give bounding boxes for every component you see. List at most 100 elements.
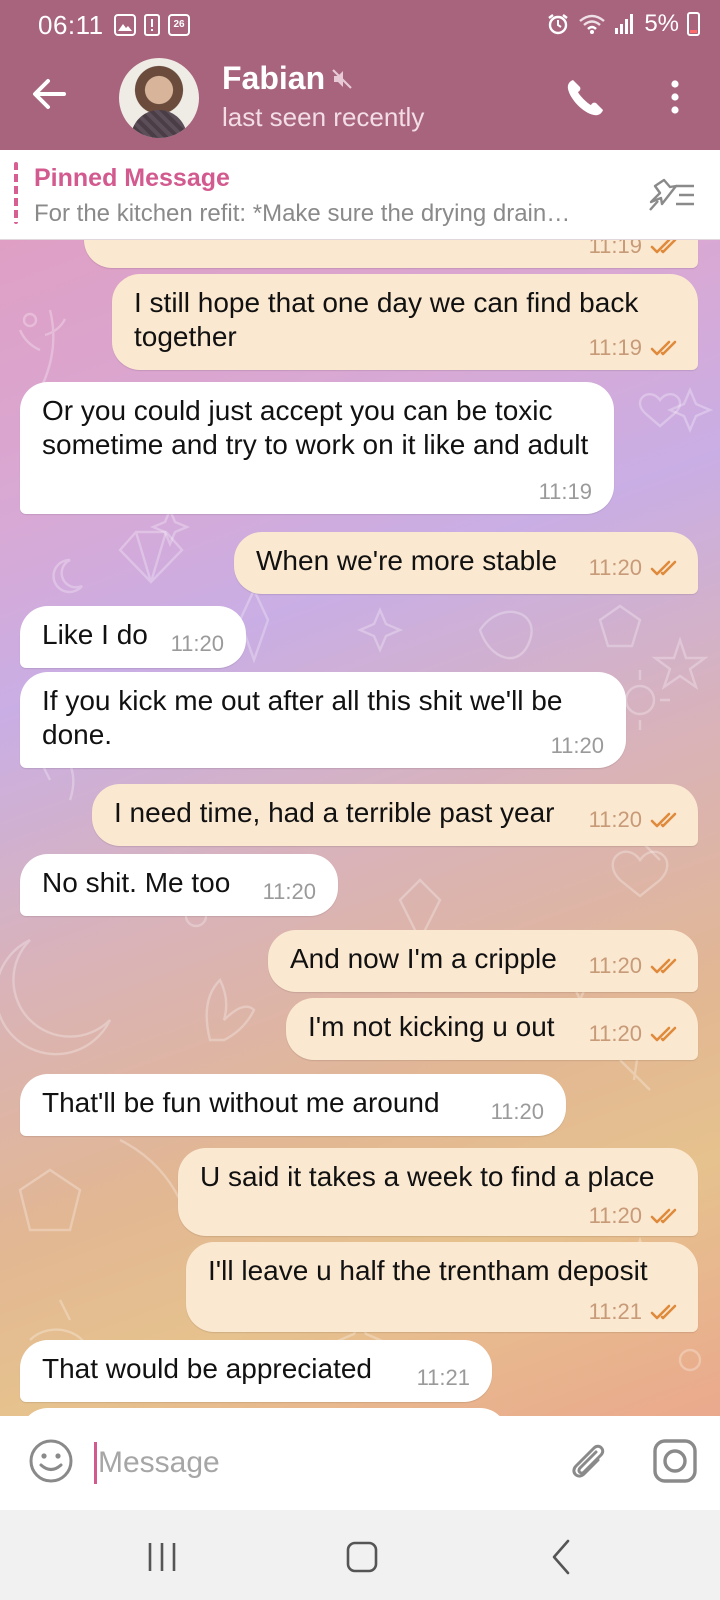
message-outgoing[interactable]: I'll leave u half the trentham deposit 1… [186, 1242, 698, 1332]
message-time: 11:19 [588, 335, 642, 360]
message-meta: 11:20 [589, 954, 684, 978]
message-incoming[interactable]: Or you could just accept you can be toxi… [20, 382, 614, 514]
contact-avatar[interactable] [119, 58, 199, 138]
message-time: 11:20 [262, 879, 316, 904]
system-status: 5% [546, 10, 700, 38]
message-time: 11:20 [588, 555, 642, 580]
last-seen-status: last seen recently [222, 102, 425, 132]
wifi-icon [579, 14, 606, 34]
home-button[interactable] [340, 1535, 384, 1579]
home-icon [346, 1541, 378, 1573]
message-incoming[interactable]: No shit. Me too 11:20 [20, 854, 338, 916]
camera-icon [653, 1439, 697, 1483]
recent-apps-button[interactable] [140, 1535, 184, 1579]
message-meta: 11:20 [491, 1100, 544, 1124]
message-meta: 11:20 [589, 1022, 684, 1046]
chevron-left-icon [552, 1539, 570, 1575]
more-vertical-icon [671, 80, 679, 114]
message-meta: 11:20 [171, 632, 224, 656]
message-outgoing[interactable]: I'm not kicking u out 11:20 [286, 998, 698, 1060]
message-meta: 11:19 [589, 336, 684, 360]
message-meta: 11:21 [589, 1300, 684, 1324]
message-text: U said it takes a week to find a place [200, 1161, 655, 1192]
pinned-title: Pinned Message [34, 164, 230, 192]
message-incoming-partial[interactable] [20, 1408, 508, 1416]
avatar-shirt [131, 110, 187, 138]
gallery-notification-icon [114, 14, 136, 36]
system-navigation-bar [0, 1510, 720, 1600]
attach-button[interactable] [564, 1438, 610, 1484]
double-check-icon [650, 1208, 677, 1224]
recent-apps-icon [148, 1543, 176, 1571]
message-outgoing[interactable]: I still hope that one day we can find ba… [112, 274, 698, 370]
message-meta: 11:20 [589, 1204, 684, 1228]
double-check-icon [650, 1026, 677, 1042]
message-meta: 11:19 [589, 240, 684, 258]
camera-button[interactable] [652, 1438, 698, 1484]
message-text: That'll be fun without me around [42, 1087, 440, 1118]
contact-name[interactable]: Fabian [222, 60, 325, 97]
message-time: 11:21 [416, 1365, 470, 1390]
call-button[interactable] [561, 74, 609, 122]
message-outgoing[interactable]: And now I'm a cripple 11:20 [268, 930, 698, 992]
status-time: 06:11 [38, 10, 104, 40]
notification-icons: 26 [114, 14, 190, 36]
message-input[interactable] [98, 1438, 538, 1488]
message-time: 11:20 [588, 1203, 642, 1228]
message-meta: 11:19 [539, 480, 592, 504]
more-options-button[interactable] [650, 72, 700, 122]
chat-header: 06:11 26 5% Fabian last seen recently [0, 0, 720, 150]
message-outgoing[interactable]: U said it takes a week to find a place 1… [178, 1148, 698, 1236]
message-time: 11:20 [588, 953, 642, 978]
message-meta: 11:20 [263, 880, 316, 904]
alert-notification-icon [144, 14, 160, 36]
arrow-left-icon [33, 79, 66, 109]
message-meta: 11:20 [551, 734, 604, 758]
pinned-indicator [14, 162, 18, 224]
message-text: If you kick me out after all this shit w… [42, 685, 563, 750]
unpin-icon [649, 178, 694, 211]
message-text: I'll leave u half the trentham deposit [208, 1255, 648, 1286]
double-check-icon [650, 1304, 677, 1320]
message-text: Or you could just accept you can be toxi… [42, 395, 589, 460]
message-incoming[interactable]: Like I do 11:20 [20, 606, 246, 668]
double-check-icon [650, 340, 677, 356]
calendar-notification-icon: 26 [168, 14, 190, 36]
message-time: 11:20 [550, 733, 604, 758]
message-outgoing[interactable]: I need time, had a terrible past year 11… [92, 784, 698, 846]
double-check-icon [650, 240, 677, 254]
paperclip-icon [572, 1444, 605, 1478]
message-incoming[interactable]: If you kick me out after all this shit w… [20, 672, 626, 768]
message-incoming[interactable]: That would be appreciated 11:21 [20, 1340, 492, 1402]
chat-area[interactable]: 11:19 I still hope that one day we can f… [0, 240, 720, 1416]
pinned-text: For the kitchen refit: *Make sure the dr… [34, 200, 571, 227]
double-check-icon [650, 958, 677, 974]
message-time: 11:19 [588, 240, 642, 258]
pinned-message[interactable]: Pinned Message For the kitchen refit: *M… [0, 150, 720, 240]
double-check-icon [650, 812, 677, 828]
double-check-icon [650, 560, 677, 576]
message-time: 11:20 [588, 1021, 642, 1046]
message-outgoing[interactable]: When we're more stable 11:20 [234, 532, 698, 594]
phone-icon [567, 80, 603, 116]
nav-back-button[interactable] [540, 1535, 584, 1579]
battery-icon [687, 12, 700, 36]
message-incoming[interactable]: That'll be fun without me around 11:20 [20, 1074, 566, 1136]
alarm-icon [548, 14, 569, 35]
message-text: That would be appreciated [42, 1353, 372, 1384]
message-outgoing[interactable]: 11:19 [84, 240, 698, 268]
unpin-button[interactable] [646, 174, 698, 216]
speaker-muted-icon [331, 68, 353, 90]
text-cursor [94, 1442, 97, 1484]
message-meta: 11:20 [589, 808, 684, 832]
status-bar: 06:11 26 5% [0, 0, 720, 52]
back-button[interactable] [22, 66, 78, 122]
battery-percent: 5% [644, 10, 679, 37]
emoji-button[interactable] [28, 1438, 74, 1484]
message-time: 11:21 [588, 1299, 642, 1324]
message-meta: 11:20 [589, 556, 684, 580]
message-time: 11:19 [538, 479, 592, 504]
smiley-icon [29, 1439, 73, 1483]
message-composer [0, 1416, 720, 1510]
signal-icon [615, 14, 634, 34]
